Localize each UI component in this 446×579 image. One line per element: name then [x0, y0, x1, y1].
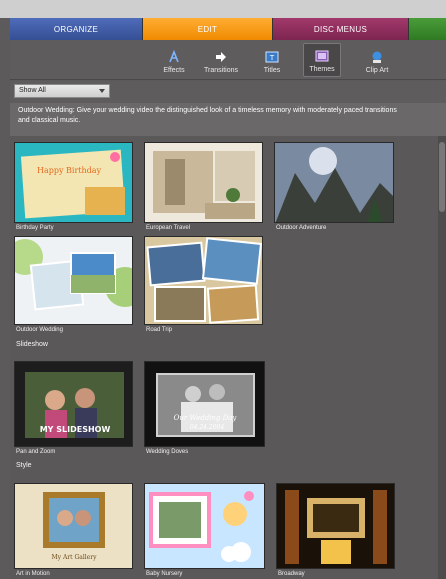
theme-description-line-2: and classical music.	[18, 117, 81, 124]
my-art-gallery-text: My Art Gallery	[52, 554, 98, 561]
tab-organize[interactable]: ORGANIZE	[10, 18, 143, 40]
tab-disc-menus[interactable]: DISC MENUS	[273, 18, 409, 40]
themes-gallery: Happy Birthday Birthday Party European T…	[10, 136, 446, 579]
themes-button[interactable]: Themes	[303, 43, 341, 77]
art-in-motion-preview: My Art Gallery	[15, 484, 132, 568]
caption-outdoor-wedding: Outdoor Wedding	[16, 327, 63, 333]
broadway-preview	[277, 484, 394, 568]
caption-pan-and-zoom: Pan and Zoom	[16, 449, 56, 455]
tab-share[interactable]	[409, 18, 446, 40]
caption-art-in-motion: Art in Motion	[16, 571, 50, 577]
caption-broadway: Broadway	[278, 571, 305, 577]
titles-icon: T	[265, 50, 279, 64]
filter-bar: Show All	[10, 81, 446, 103]
caption-birthday-party: Birthday Party	[16, 225, 54, 231]
wedding-date-text: 04.24.2004	[190, 424, 225, 431]
our-wedding-day-text: Our Wedding Day	[174, 414, 238, 422]
happy-birthday-text: Happy Birthday	[37, 166, 102, 175]
theme-thumbnail-outdoor-adventure[interactable]	[274, 142, 394, 223]
baby-nursery-preview	[145, 484, 264, 568]
theme-filter-value: Show All	[19, 87, 46, 94]
themes-icon	[315, 49, 329, 63]
clip-art-icon	[370, 50, 384, 64]
theme-thumbnail-baby-nursery[interactable]	[144, 483, 265, 569]
theme-thumbnail-pan-and-zoom[interactable]: MY SLIDESHOW	[14, 361, 133, 447]
theme-filter-dropdown[interactable]: Show All	[14, 84, 110, 98]
clip-art-button[interactable]: Clip Art	[360, 43, 394, 77]
theme-thumbnail-broadway[interactable]	[276, 483, 395, 569]
titles-label: Titles	[263, 67, 281, 74]
svg-text:T: T	[269, 54, 275, 62]
theme-thumbnail-road-trip[interactable]	[144, 236, 263, 325]
section-header-style: Style	[16, 462, 32, 469]
edit-toolbar: Effects Transitions T Titles Themes Clip…	[10, 40, 446, 80]
theme-thumbnail-art-in-motion[interactable]: My Art Gallery	[14, 483, 133, 569]
my-slideshow-text: MY SLIDESHOW	[40, 425, 111, 434]
main-tabs: ORGANIZE EDIT DISC MENUS	[10, 18, 446, 40]
caption-road-trip: Road Trip	[146, 327, 173, 333]
themes-label: Themes	[309, 66, 335, 73]
effects-label: Effects	[163, 67, 185, 74]
theme-thumbnail-birthday-party[interactable]: Happy Birthday	[14, 142, 133, 223]
effects-button[interactable]: Effects	[156, 43, 192, 77]
caption-european-travel: European Travel	[146, 225, 191, 231]
titles-button[interactable]: T Titles	[256, 43, 288, 77]
tab-edit[interactable]: EDIT	[143, 18, 273, 40]
outdoor-adventure-preview	[275, 143, 393, 222]
chevron-down-icon	[99, 89, 105, 93]
theme-description-line-1: Outdoor Wedding: Give your wedding video…	[18, 107, 397, 114]
section-header-slideshow: Slideshow	[16, 341, 48, 348]
transitions-label: Transitions	[204, 67, 238, 74]
pan-and-zoom-preview: MY SLIDESHOW	[15, 362, 132, 446]
theme-thumbnail-european-travel[interactable]	[144, 142, 263, 223]
theme-thumbnail-outdoor-wedding[interactable]	[14, 236, 133, 325]
gallery-scrollbar[interactable]	[438, 136, 446, 579]
theme-thumbnail-wedding-doves[interactable]: Our Wedding Day 04.24.2004	[144, 361, 265, 447]
transitions-button[interactable]: Transitions	[198, 43, 244, 77]
clip-art-label: Clip Art	[365, 67, 389, 74]
transitions-icon	[214, 50, 228, 64]
caption-baby-nursery: Baby Nursery	[146, 571, 183, 577]
birthday-party-preview: Happy Birthday	[15, 143, 132, 222]
theme-description: Outdoor Wedding: Give your wedding video…	[10, 103, 446, 136]
window-top-strip	[0, 0, 446, 18]
caption-wedding-doves: Wedding Doves	[146, 449, 189, 455]
scrollbar-thumb[interactable]	[439, 142, 445, 212]
road-trip-preview	[145, 237, 262, 324]
wedding-doves-preview: Our Wedding Day 04.24.2004	[145, 362, 264, 446]
outdoor-wedding-preview	[15, 237, 132, 324]
european-travel-preview	[145, 143, 262, 222]
caption-outdoor-adventure: Outdoor Adventure	[276, 225, 327, 231]
effects-icon	[167, 50, 181, 64]
